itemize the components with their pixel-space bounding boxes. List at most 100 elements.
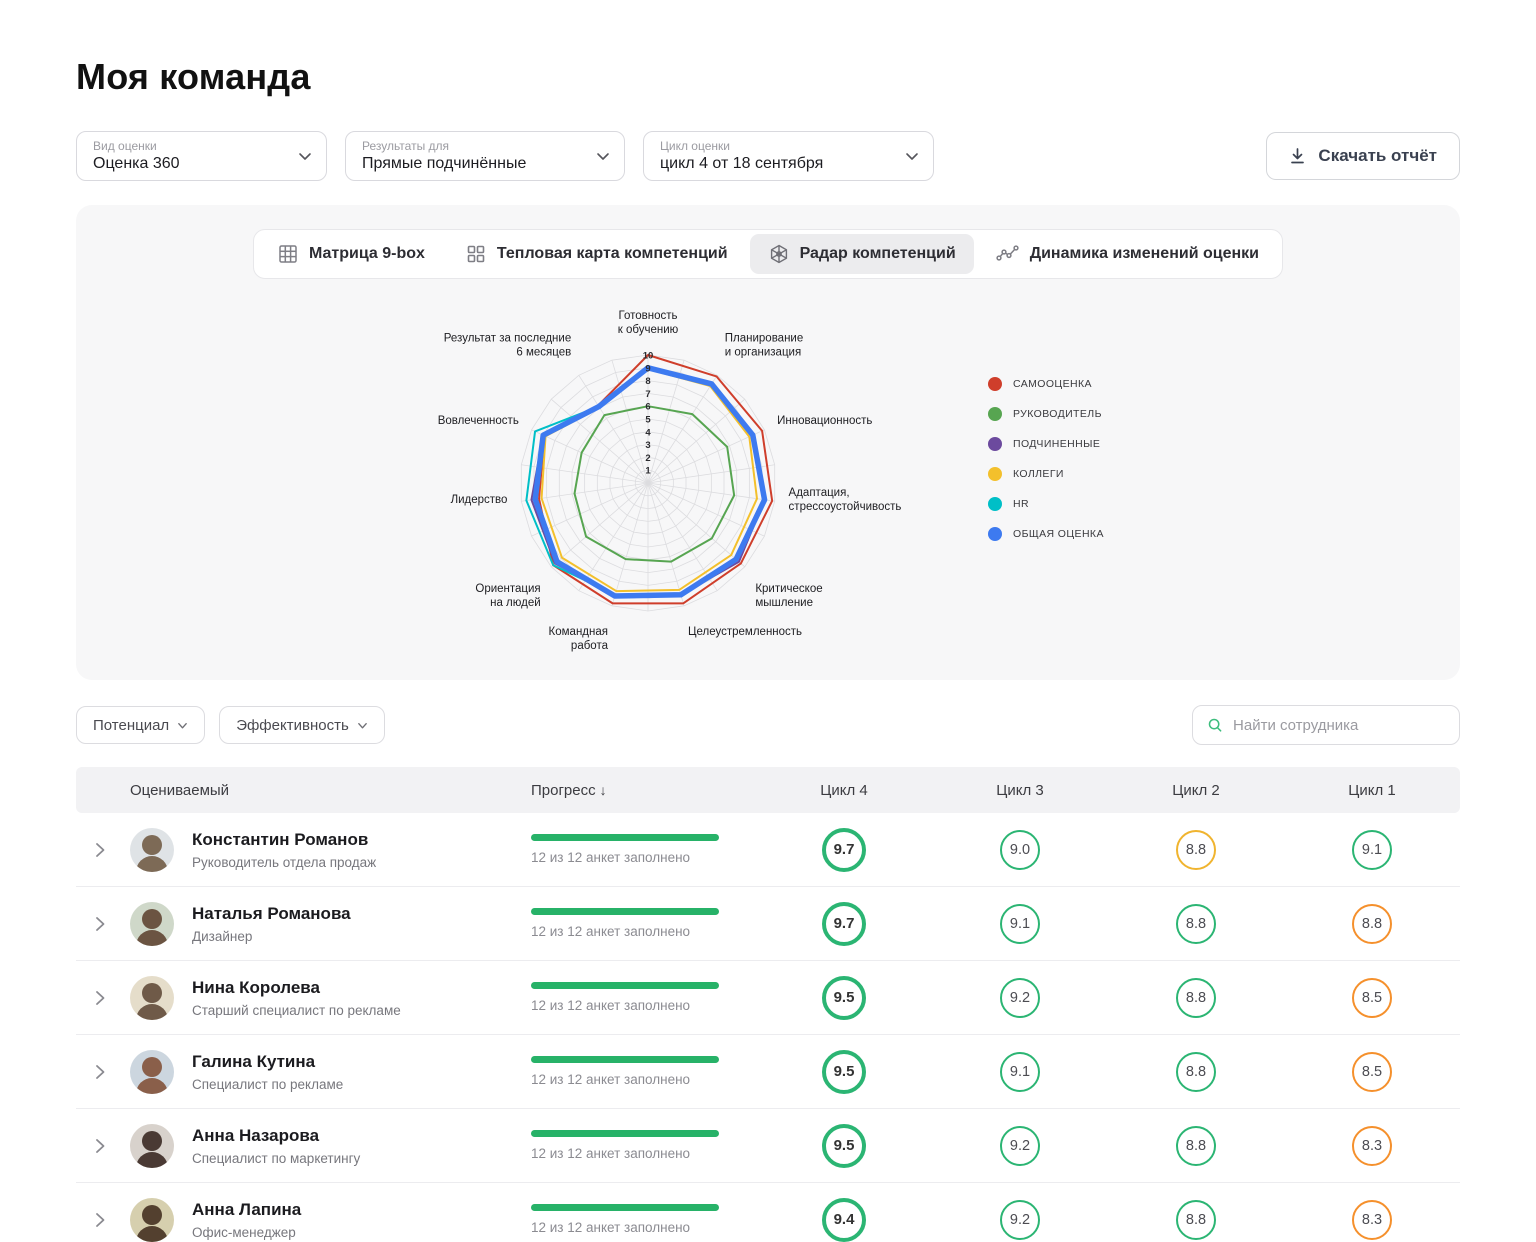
table-row[interactable]: Константин Романов Руководитель отдела п… — [76, 813, 1460, 887]
score-cycle-4: 9.7 — [822, 902, 866, 946]
expand-row-button[interactable] — [76, 915, 130, 933]
score-cycle-4: 9.7 — [822, 828, 866, 872]
expand-row-button[interactable] — [76, 1137, 130, 1155]
controls-row: Вид оценки Оценка 360 Результаты для Пря… — [76, 131, 1460, 181]
svg-text:Адаптация,стрессоустойчивость: Адаптация,стрессоустойчивость — [789, 487, 902, 513]
table-row[interactable]: Анна Назарова Специалист по маркетингу 1… — [76, 1109, 1460, 1183]
employee-name: Нина Королева — [192, 978, 401, 998]
header-cycle-3: Цикл 3 — [932, 782, 1108, 799]
score-cycle-4: 9.5 — [822, 1050, 866, 1094]
effectiveness-filter-label: Эффективность — [236, 717, 349, 734]
effectiveness-filter-button[interactable]: Эффективность — [219, 706, 385, 744]
potential-filter-button[interactable]: Потенциал — [76, 706, 205, 744]
select-value: цикл 4 от 18 сентября — [660, 155, 823, 173]
score-cycle-2: 8.8 — [1176, 1052, 1216, 1092]
potential-filter-label: Потенциал — [93, 717, 169, 734]
tab-dynamics[interactable]: Динамика изменений оценки — [978, 234, 1277, 274]
header-cycle-4: Цикл 4 — [756, 782, 932, 799]
score-cycle-3: 9.1 — [1000, 1052, 1040, 1092]
svg-text:Планированиеи организация: Планированиеи организация — [725, 333, 803, 359]
svg-text:Готовностьк обучению: Готовностьк обучению — [618, 310, 679, 336]
legend-item: HR — [988, 497, 1198, 511]
header-cycle-2: Цикл 2 — [1108, 782, 1284, 799]
svg-text:9: 9 — [645, 363, 650, 374]
table-filter-row: Потенциал Эффективность — [76, 705, 1460, 745]
tab-matrix-9box[interactable]: Матрица 9-box — [259, 234, 443, 274]
legend-label: ОБЩАЯ ОЦЕНКА — [1013, 528, 1104, 540]
select-cycle[interactable]: Цикл оценки цикл 4 от 18 сентября — [643, 131, 934, 181]
avatar — [130, 1198, 174, 1242]
download-report-label: Скачать отчёт — [1318, 146, 1437, 166]
avatar — [130, 976, 174, 1020]
select-value: Прямые подчинённые — [362, 155, 526, 173]
legend-color-dot — [988, 527, 1002, 541]
select-value: Оценка 360 — [93, 155, 180, 173]
tab-label: Тепловая карта компетенций — [497, 245, 728, 263]
download-icon — [1289, 147, 1306, 165]
trend-line-icon — [996, 243, 1020, 265]
svg-text:Критическоемышление: Критическоемышление — [755, 583, 822, 609]
select-assessment-type[interactable]: Вид оценки Оценка 360 — [76, 131, 327, 181]
svg-text:3: 3 — [645, 440, 650, 451]
legend-label: РУКОВОДИТЕЛЬ — [1013, 408, 1102, 420]
tab-heatmap[interactable]: Тепловая карта компетенций — [447, 234, 746, 274]
score-cycle-2: 8.8 — [1176, 904, 1216, 944]
svg-text:4: 4 — [645, 427, 651, 438]
radar-chart: 12345678910Готовностьк обучениюПланирова… — [338, 293, 978, 668]
svg-text:Ориентацияна людей: Ориентацияна людей — [475, 583, 540, 609]
search-input[interactable] — [1233, 717, 1445, 734]
svg-text:2: 2 — [645, 453, 650, 464]
tab-label: Матрица 9-box — [309, 245, 425, 263]
score-cycle-3: 9.0 — [1000, 830, 1040, 870]
download-report-button[interactable]: Скачать отчёт — [1266, 132, 1460, 180]
svg-text:Лидерство: Лидерство — [451, 494, 508, 506]
progress-bar — [531, 1130, 719, 1137]
score-cycle-2: 8.8 — [1176, 1126, 1216, 1166]
legend-item: ПОДЧИНЕННЫЕ — [988, 437, 1198, 451]
legend-item: САМООЦЕНКА — [988, 377, 1198, 391]
chevron-right-icon — [94, 1211, 106, 1229]
table-row[interactable]: Галина Кутина Специалист по рекламе 12 и… — [76, 1035, 1460, 1109]
svg-text:6: 6 — [645, 402, 650, 413]
grid-2x2-icon — [465, 243, 487, 265]
chevron-down-icon — [357, 720, 368, 731]
table-row[interactable]: Наталья Романова Дизайнер 12 из 12 анкет… — [76, 887, 1460, 961]
table-row[interactable]: Анна Лапина Офис-менеджер 12 из 12 анкет… — [76, 1183, 1460, 1242]
score-cycle-1: 9.1 — [1352, 830, 1392, 870]
chart-legend: САМООЦЕНКАРУКОВОДИТЕЛЬПОДЧИНЕННЫЕКОЛЛЕГИ… — [988, 377, 1198, 557]
grid-3x3-icon — [277, 243, 299, 265]
score-cycle-1: 8.3 — [1352, 1126, 1392, 1166]
score-cycle-3: 9.2 — [1000, 978, 1040, 1018]
chevron-down-icon — [596, 149, 610, 163]
chart-card: Матрица 9-box Тепловая карта компетенций… — [76, 205, 1460, 680]
score-cycle-1: 8.8 — [1352, 904, 1392, 944]
legend-color-dot — [988, 467, 1002, 481]
employee-name: Анна Лапина — [192, 1200, 301, 1220]
header-progress[interactable]: Прогресс↓ — [531, 782, 756, 799]
sort-desc-icon: ↓ — [600, 782, 607, 798]
score-cycle-2: 8.8 — [1176, 1200, 1216, 1240]
expand-row-button[interactable] — [76, 1063, 130, 1081]
select-results-for[interactable]: Результаты для Прямые подчинённые — [345, 131, 625, 181]
expand-row-button[interactable] — [76, 1211, 130, 1229]
expand-row-button[interactable] — [76, 841, 130, 859]
progress-text: 12 из 12 анкет заполнено — [531, 1072, 756, 1087]
svg-text:5: 5 — [645, 415, 651, 426]
header-cycle-1: Цикл 1 — [1284, 782, 1460, 799]
progress-bar — [531, 834, 719, 841]
chevron-down-icon — [177, 720, 188, 731]
progress-text: 12 из 12 анкет заполнено — [531, 924, 756, 939]
table-row[interactable]: Нина Королева Старший специалист по рекл… — [76, 961, 1460, 1035]
svg-text:8: 8 — [645, 376, 650, 387]
employee-role: Офис-менеджер — [192, 1225, 301, 1240]
progress-bar — [531, 982, 719, 989]
avatar — [130, 828, 174, 872]
tab-radar[interactable]: Радар компетенций — [750, 234, 974, 274]
expand-row-button[interactable] — [76, 989, 130, 1007]
score-cycle-3: 9.2 — [1000, 1200, 1040, 1240]
progress-text: 12 из 12 анкет заполнено — [531, 1146, 756, 1161]
progress-bar — [531, 1056, 719, 1063]
tab-label: Динамика изменений оценки — [1030, 245, 1259, 263]
legend-item: РУКОВОДИТЕЛЬ — [988, 407, 1198, 421]
progress-bar — [531, 908, 719, 915]
